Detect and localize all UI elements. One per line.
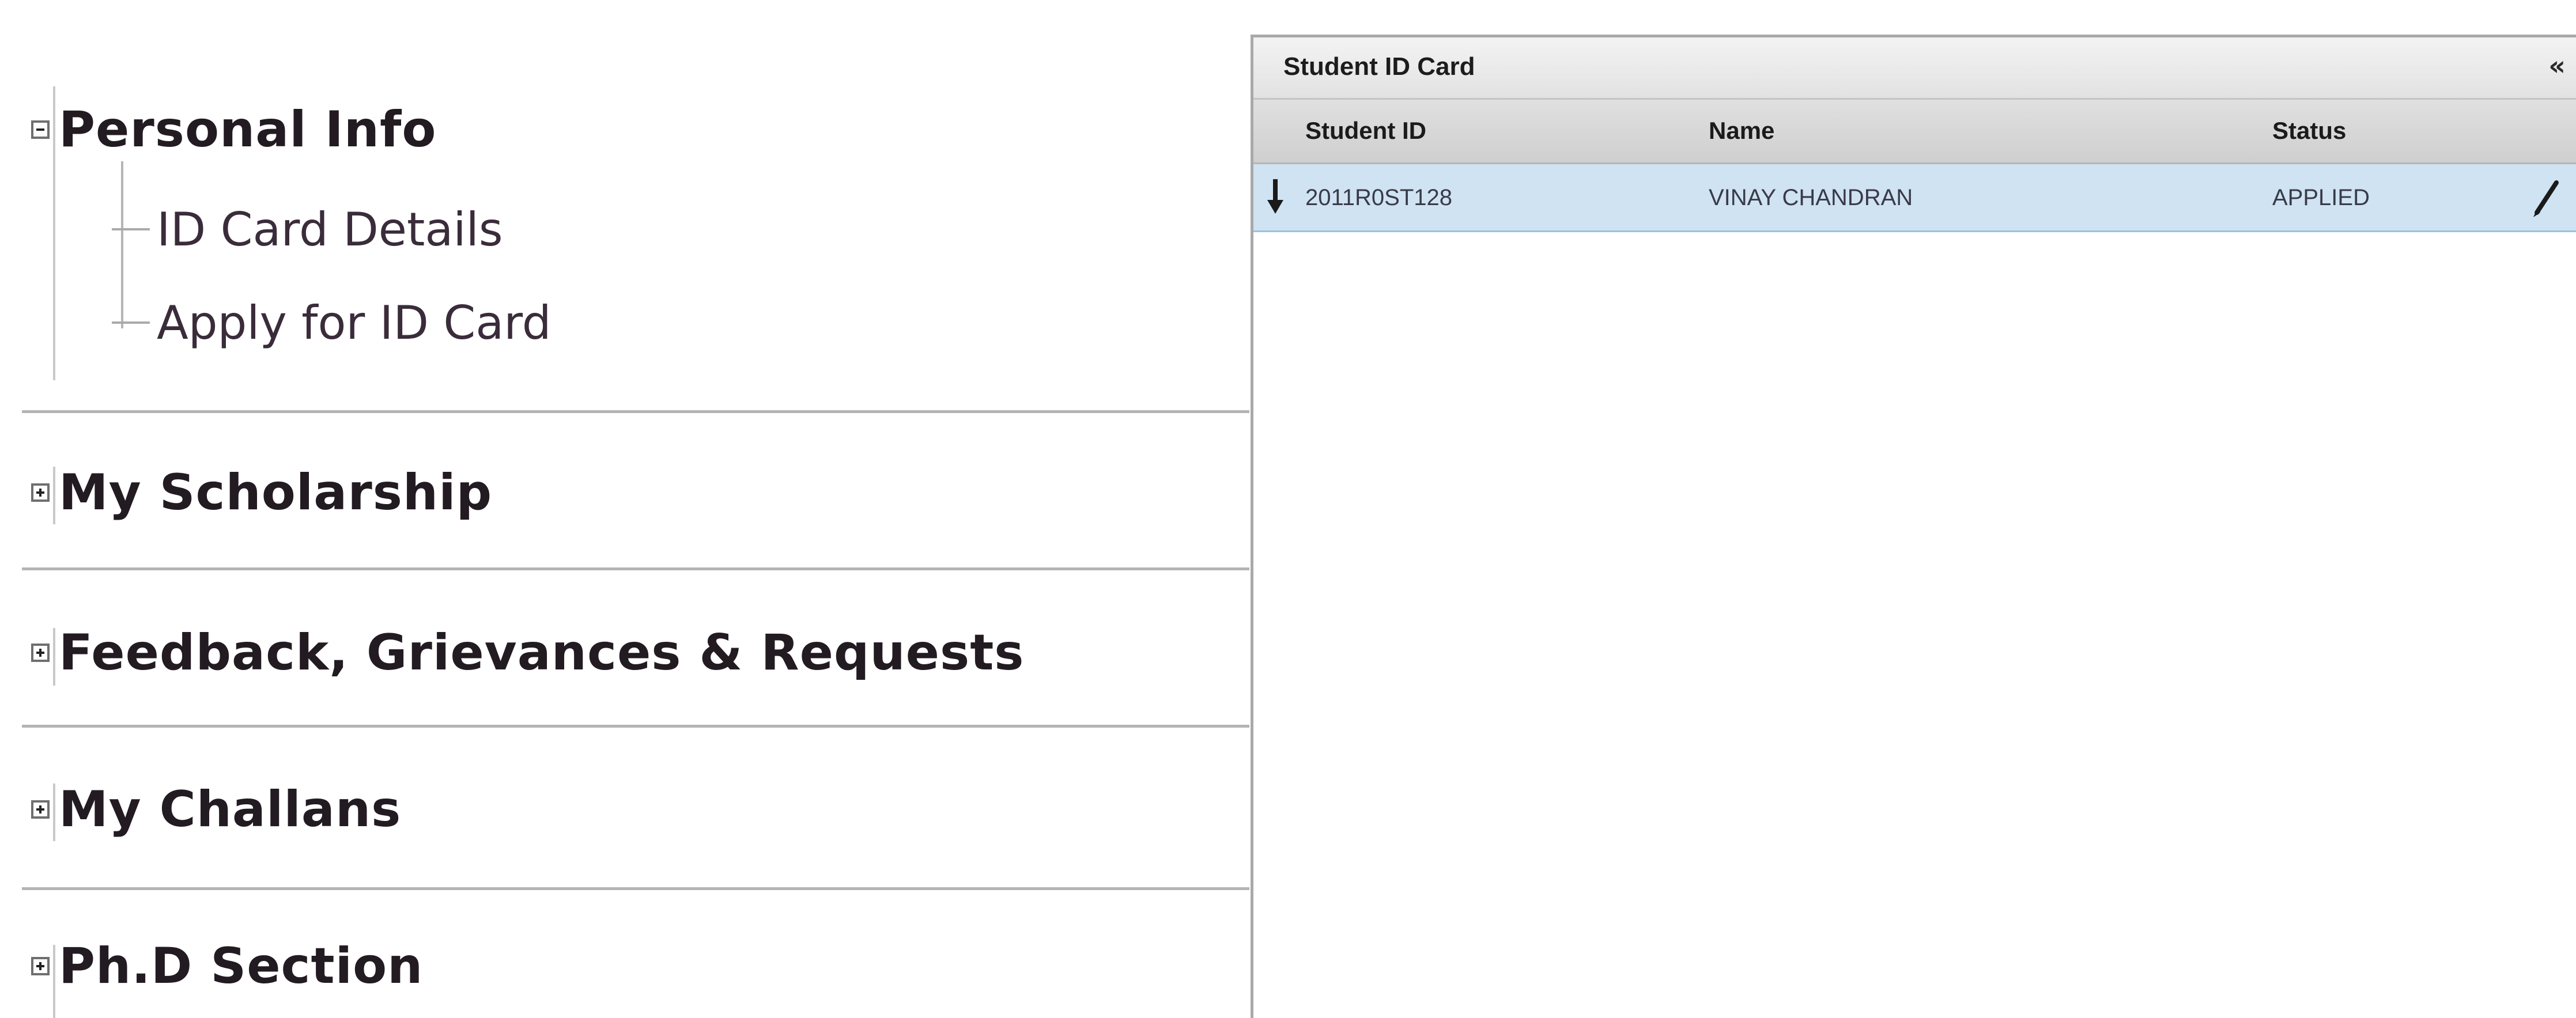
nav-item-apply-for-id-card[interactable]: Apply for ID Card xyxy=(112,288,552,357)
nav-section-label: My Challans xyxy=(59,781,402,838)
column-header-status[interactable]: Status xyxy=(2272,117,2346,145)
nav-section-my-challans[interactable]: My Challans xyxy=(31,772,401,847)
left-navigation: Personal Info ID Card Details Apply for … xyxy=(0,0,1251,1018)
nav-section-phd[interactable]: Ph.D Section xyxy=(31,929,423,1004)
section-divider xyxy=(22,567,1249,570)
nav-section-label: Ph.D Section xyxy=(59,937,424,995)
student-id-card-panel: Student ID Card « Student ID Name Status… xyxy=(1251,35,2576,1018)
tree-connector xyxy=(112,321,150,324)
cell-name: VINAY CHANDRAN xyxy=(1709,185,1913,210)
column-header-name[interactable]: Name xyxy=(1709,117,1774,145)
panel-title-bar: Student ID Card « xyxy=(1253,37,2576,100)
plus-box-icon[interactable] xyxy=(31,957,50,975)
nav-section-personal-info[interactable]: Personal Info xyxy=(31,92,436,167)
pencil-icon[interactable] xyxy=(2529,177,2563,218)
row-pointer-icon xyxy=(1267,179,1283,214)
minus-box-icon[interactable] xyxy=(31,120,50,139)
table-row[interactable]: 2011R0ST128 VINAY CHANDRAN APPLIED xyxy=(1253,164,2576,232)
plus-box-icon[interactable] xyxy=(31,644,50,662)
plus-box-icon[interactable] xyxy=(31,800,50,819)
cell-status: APPLIED xyxy=(2272,185,2370,210)
nav-section-feedback[interactable]: Feedback, Grievances & Requests xyxy=(31,615,1025,690)
tree-connector xyxy=(112,228,150,230)
section-divider xyxy=(22,887,1249,890)
column-header-student-id[interactable]: Student ID xyxy=(1305,117,1426,145)
panel-title: Student ID Card xyxy=(1283,52,1475,81)
grid-header: Student ID Name Status xyxy=(1253,100,2576,164)
nav-section-my-scholarship[interactable]: My Scholarship xyxy=(31,455,492,530)
plus-box-icon[interactable] xyxy=(31,483,50,502)
section-divider xyxy=(22,410,1249,413)
nav-section-label: Feedback, Grievances & Requests xyxy=(59,624,1025,682)
nav-item-id-card-details[interactable]: ID Card Details xyxy=(112,195,503,264)
nav-item-label: Apply for ID Card xyxy=(157,296,552,350)
nav-section-label: My Scholarship xyxy=(59,464,493,521)
nav-item-label: ID Card Details xyxy=(157,202,503,256)
collapse-panel-icon[interactable]: « xyxy=(2548,50,2566,81)
section-divider xyxy=(22,725,1249,728)
cell-student-id: 2011R0ST128 xyxy=(1305,185,1452,210)
nav-section-label: Personal Info xyxy=(59,101,437,158)
